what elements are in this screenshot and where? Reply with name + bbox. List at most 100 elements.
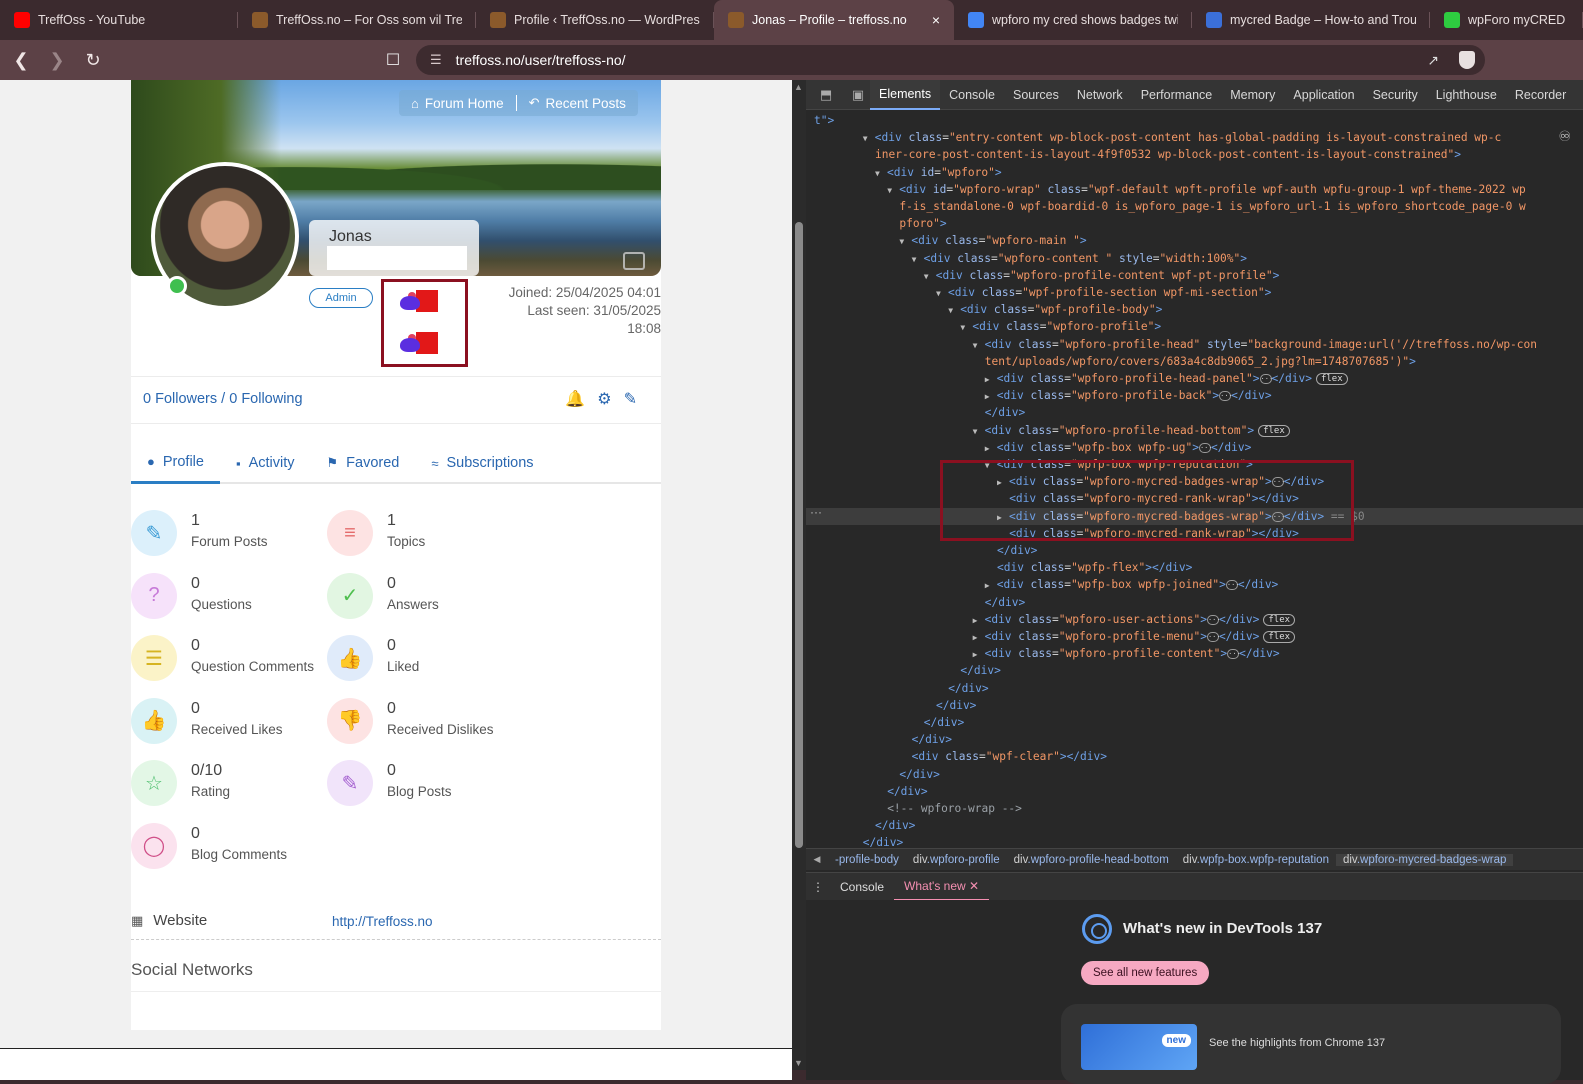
followers-count[interactable]: 0 Followers / 0 Following <box>143 391 303 407</box>
browser-tab[interactable]: Profile ‹ TreffOss.no — WordPress <box>476 0 714 40</box>
browser-tab[interactable]: TreffOss - YouTube <box>0 0 238 40</box>
dom-node-line[interactable]: </div> <box>806 542 1037 559</box>
dom-node-line[interactable]: </div> <box>806 697 976 714</box>
drawer-menu-icon[interactable]: ⋮ <box>806 880 830 894</box>
dom-node-line[interactable]: ▶ <div class="wpfp-box wpfp-ug">···</div> <box>806 439 1252 456</box>
breadcrumb-tag: div <box>912 853 927 866</box>
tab-activity[interactable]: ▪ Activity <box>220 442 311 484</box>
dom-node-line[interactable]: <div class="wpf-clear"></div> <box>806 748 1107 765</box>
dom-node-line[interactable]: pforo"> <box>806 215 946 232</box>
dom-node-line[interactable]: </div> <box>806 680 988 697</box>
devtools-tab-elements[interactable]: Elements <box>870 79 941 110</box>
bell-icon[interactable]: 🔔 <box>565 391 597 408</box>
dom-node-line[interactable]: t"> <box>806 112 834 129</box>
inspect-icon[interactable]: ⬒ <box>814 83 838 107</box>
dom-node-line[interactable]: ▼ <div class="wpf-profile-body"> <box>806 301 1162 318</box>
dom-node-line[interactable]: ▶ <div class="wpforo-profile-back">···</d… <box>806 387 1272 404</box>
scroll-down-icon[interactable]: ▼ <box>794 1058 803 1068</box>
website-link[interactable]: http://Treffoss.no <box>332 914 433 929</box>
breadcrumb-item[interactable]: div.wpfp-box.wpfp-reputation <box>1176 854 1336 866</box>
dom-node-line[interactable]: ▶ <div class="wpfp-box wpfp-joined">···</… <box>806 576 1279 593</box>
browser-tab[interactable]: mycred Badge – How-to and Troubl <box>1192 0 1430 40</box>
more-options-icon[interactable]: ··· <box>810 505 822 519</box>
close-tab-icon[interactable]: × <box>922 12 940 28</box>
user-edit-icon[interactable]: ✎ <box>624 391 649 408</box>
devtools-tab-security[interactable]: Security <box>1364 80 1427 110</box>
browser-tab[interactable]: Jonas – Profile – treffoss.no × <box>714 0 954 40</box>
dom-node-line[interactable]: iner-core-post-content-is-layout-4f9f053… <box>806 146 1461 163</box>
dom-node-line[interactable]: ▶ <div class="wpforo-user-actions">···</d… <box>806 611 1296 628</box>
user-settings-icon[interactable]: ⚙ <box>597 391 623 408</box>
tab-favored[interactable]: ⚑ Favored <box>311 442 416 484</box>
dom-node-line[interactable]: </div> <box>806 662 1000 679</box>
url-text[interactable]: treffoss.no/user/treffoss-no/ <box>456 52 626 68</box>
dom-node-line[interactable]: ▼ <div class="wpforo-profile"> <box>806 318 1161 335</box>
brave-shield-icon[interactable] <box>1459 51 1475 69</box>
dom-node-line[interactable]: </div> <box>806 766 939 783</box>
breadcrumb-item[interactable]: div.wpforo-mycred-badges-wrap <box>1335 853 1514 866</box>
tab-profile[interactable]: ● Profile <box>131 442 220 484</box>
dom-node-line[interactable]: <!-- wpforo-wrap --> <box>806 800 1022 817</box>
dom-node-line[interactable]: </div> <box>806 404 1025 421</box>
bookmark-icon[interactable]: ☐ <box>381 48 405 72</box>
dom-node-line[interactable]: ▼ <div id="wpforo"> <box>806 164 1002 181</box>
devtools-tab-network[interactable]: Network <box>1068 80 1132 110</box>
drawer-tab[interactable]: Console <box>830 873 894 901</box>
tab-subscriptions[interactable]: ≈ Subscriptions <box>415 442 549 484</box>
close-icon[interactable]: ✕ <box>966 879 979 893</box>
forward-icon[interactable]: ❯ <box>42 45 72 75</box>
back-icon[interactable]: ❮ <box>6 45 36 75</box>
browser-tab[interactable]: wpforo my cred shows badges twice <box>954 0 1192 40</box>
stat-item: 👍 0 Received Likes <box>131 696 327 748</box>
dom-node-line[interactable]: </div> <box>806 731 952 748</box>
devtools-tab-application[interactable]: Application <box>1284 80 1363 110</box>
dom-node-line[interactable]: ▼ <div class="wpforo-profile-head" style=… <box>806 336 1537 353</box>
see-all-features-button[interactable]: See all new features <box>1081 961 1210 985</box>
dom-node-line[interactable]: ▼ <div class="wpf-profile-section wpf-mi-… <box>806 284 1271 301</box>
browser-tab[interactable]: TreffOss.no – For Oss som vil Treffe <box>238 0 476 40</box>
scrollbar-thumb[interactable] <box>795 222 803 848</box>
devtools-tab-console[interactable]: Console <box>940 80 1004 110</box>
breadcrumb-item[interactable]: div.wpforo-profile-head-bottom <box>1007 854 1176 866</box>
breadcrumb-left-icon[interactable]: ◀ <box>806 854 828 865</box>
dom-node-line[interactable]: ▶ <div class="wpforo-profile-content">···… <box>806 645 1280 662</box>
breadcrumb-item[interactable]: div.wpforo-profile <box>906 854 1007 866</box>
highlight-card[interactable]: new See the highlights from Chrome 137 <box>1061 1004 1561 1084</box>
device-toolbar-icon[interactable]: ▣ <box>846 83 870 107</box>
dom-node-line[interactable]: </div> <box>806 817 915 834</box>
dom-node-line[interactable]: <div class="wpfp-flex"></div> <box>806 559 1192 576</box>
dom-node-line[interactable]: ▼ <div class="wpforo-profile-head-bottom"… <box>806 422 1290 439</box>
recent-posts-link[interactable]: Recent Posts <box>546 96 626 111</box>
dom-node-line[interactable]: ▶ <div class="wpforo-profile-head-panel">… <box>806 370 1348 387</box>
browser-tab[interactable]: wpForo myCRED Inte <box>1430 0 1583 40</box>
dom-node-line[interactable]: ▼ <div id="wpforo-wrap" class="wpf-defaul… <box>806 181 1526 198</box>
accessibility-icon[interactable]: ♾ <box>1558 128 1571 145</box>
edit-icon: ✎ <box>327 760 373 806</box>
reload-icon[interactable]: ↻ <box>78 45 108 75</box>
change-cover-icon[interactable] <box>623 252 645 270</box>
dom-node-line[interactable]: ▼ <div class="entry-content wp-block-post… <box>806 129 1501 146</box>
site-info-icon[interactable]: ☰ <box>430 52 442 68</box>
dom-node-line[interactable]: f-is_standalone-0 wpf-boardid-0 is_wpfor… <box>806 198 1525 215</box>
devtools-tab-memory[interactable]: Memory <box>1221 80 1284 110</box>
drawer-tab[interactable]: What's new ✕ <box>894 873 990 901</box>
thumbs-up-icon: 👍 <box>327 635 373 681</box>
scroll-up-icon[interactable]: ▲ <box>794 82 803 92</box>
dom-node-line[interactable]: </div> <box>806 594 1025 611</box>
dom-node-line[interactable]: ▼ <div class="wpforo-profile-content wpf-… <box>806 267 1280 284</box>
page-scrollbar[interactable]: ▲ ▼ <box>792 80 806 1070</box>
address-bar[interactable]: ☰ treffoss.no/user/treffoss-no/ ↗ <box>416 45 1485 75</box>
dom-node-line[interactable]: ▼ <div class="wpforo-main "> <box>806 232 1086 249</box>
share-icon[interactable]: ↗ <box>1427 52 1439 69</box>
dom-node-line[interactable]: </div> <box>806 783 927 800</box>
dom-node-line[interactable]: ▶ <div class="wpforo-profile-menu">···</d… <box>806 628 1296 645</box>
devtools-tab-recorder[interactable]: Recorder <box>1506 80 1575 110</box>
devtools-tab-performance[interactable]: Performance <box>1132 80 1222 110</box>
breadcrumb-item[interactable]: -profile-body <box>828 854 906 866</box>
devtools-tab-lighthouse[interactable]: Lighthouse <box>1427 80 1506 110</box>
dom-node-line[interactable]: tent/uploads/wpforo/covers/683a4c8db9065… <box>806 353 1416 370</box>
devtools-tab-sources[interactable]: Sources <box>1004 80 1068 110</box>
forum-home-link[interactable]: Forum Home <box>425 96 504 111</box>
dom-node-line[interactable]: ▼ <div class="wpforo-content " style="wid… <box>806 250 1247 267</box>
dom-node-line[interactable]: </div> <box>806 714 964 731</box>
